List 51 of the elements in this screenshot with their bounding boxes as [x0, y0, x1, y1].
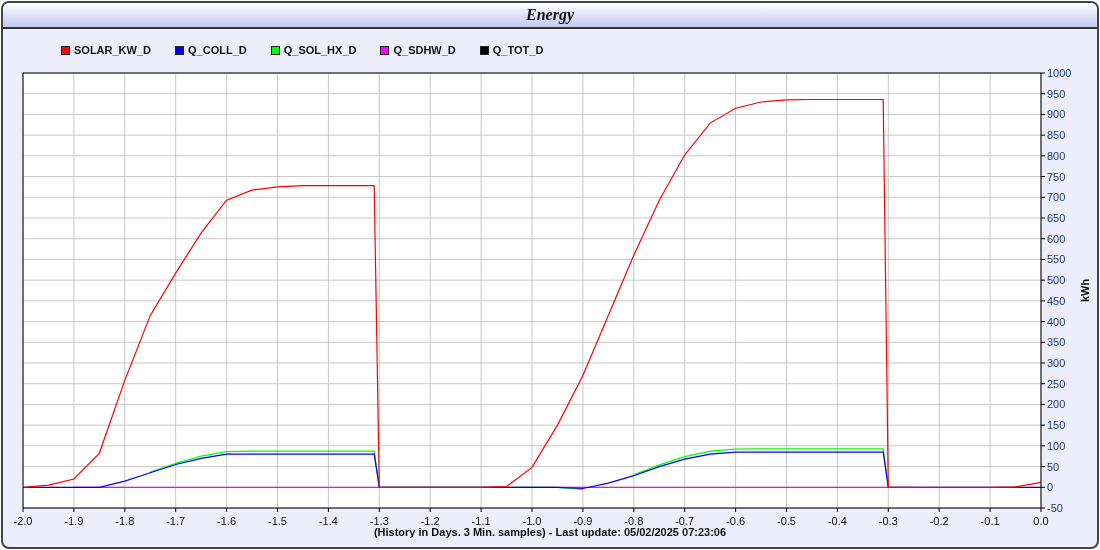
x-tick-label: -1.6: [217, 515, 237, 527]
x-axis-caption: (History in Days. 3 Min. samples) - Last update: 05/02/2025 07:23:06: [373, 526, 727, 538]
y-tick-label: 750: [1047, 170, 1066, 183]
x-tick-label: -1.5: [268, 515, 287, 527]
x-tick-label: -1.2: [420, 515, 440, 527]
y-tick-label: 550: [1047, 253, 1066, 266]
y-tick-label: -50: [1047, 502, 1063, 514]
y-tick-label: 800: [1047, 149, 1066, 162]
y-tick-label: 150: [1047, 419, 1066, 432]
y-tick-label: 50: [1047, 460, 1060, 473]
y-tick-label: 100: [1047, 439, 1066, 452]
x-tick-label: -0.3: [878, 515, 898, 527]
x-tick-label: 0.0: [1033, 515, 1049, 527]
x-tick-label: -0.1: [980, 515, 1000, 527]
y-tick-label: 600: [1047, 232, 1066, 245]
y-tick-label: 500: [1047, 274, 1066, 287]
y-tick-label: 450: [1047, 294, 1066, 307]
y-tick-label: 0: [1047, 481, 1054, 494]
x-tick-label: -2.0: [13, 515, 33, 527]
y-tick-label: 650: [1047, 212, 1066, 224]
x-tick-label: -1.8: [115, 515, 135, 527]
legend-label: Q_COLL_D: [188, 44, 247, 56]
legend-label: SOLAR_KW_D: [74, 44, 151, 56]
x-tick-label: -0.9: [573, 515, 593, 527]
x-tick-label: -1.9: [64, 515, 84, 527]
y-tick-label: 950: [1047, 87, 1066, 100]
x-tick-label: -1.3: [369, 515, 389, 527]
x-tick-label: -0.8: [624, 515, 644, 527]
y-tick-label: 350: [1047, 336, 1066, 349]
x-tick-label: -1.4: [318, 515, 338, 527]
window-title: Energy: [526, 6, 574, 24]
x-tick-label: -0.4: [827, 515, 847, 527]
x-tick-label: -0.5: [777, 515, 796, 527]
legend-label: Q_SDHW_D: [393, 44, 456, 56]
y-axis-title: kWh: [1079, 278, 1091, 303]
y-tick-label: 300: [1047, 357, 1066, 369]
x-tick-label: -1.7: [166, 515, 186, 527]
y-tick-label: 1000: [1047, 67, 1072, 79]
x-tick-label: -1.0: [522, 515, 542, 527]
y-tick-label: 400: [1047, 315, 1066, 328]
legend-label: Q_TOT_D: [492, 44, 544, 56]
x-tick-label: -0.6: [726, 515, 746, 527]
legend-label: Q_SOL_HX_D: [283, 44, 357, 56]
y-tick-label: 200: [1047, 398, 1066, 411]
x-tick-label: -0.2: [929, 515, 949, 527]
y-tick-label: 700: [1047, 191, 1066, 204]
y-tick-label: 250: [1047, 377, 1066, 390]
x-tick-label: -0.7: [675, 515, 695, 527]
y-tick-label: 900: [1047, 108, 1066, 121]
y-tick-label: 850: [1047, 129, 1066, 142]
x-tick-label: -1.1: [471, 515, 491, 527]
